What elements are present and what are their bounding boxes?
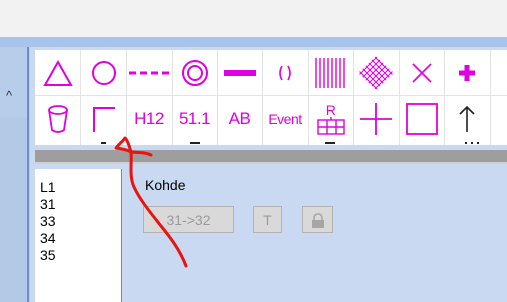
corner-icon <box>92 107 115 132</box>
list-item[interactable]: 34 <box>35 230 121 247</box>
panel-title: Kohde <box>145 177 186 193</box>
plus-bold-tool[interactable] <box>445 52 489 94</box>
bracket-pair-icon <box>279 65 291 81</box>
t-button[interactable]: T <box>253 206 282 233</box>
left-panel-divider[interactable] <box>27 47 29 302</box>
concentric-circle-icon <box>181 60 208 86</box>
horizontal-splitter[interactable] <box>35 150 507 162</box>
lock-icon <box>312 213 324 228</box>
dashed-line-tool[interactable] <box>127 52 171 94</box>
event-tool[interactable]: Event <box>263 97 307 141</box>
h12-tool[interactable]: H12 <box>127 97 171 141</box>
circle-icon <box>91 61 116 85</box>
object-list[interactable]: L1 31 33 34 35 <box>35 169 122 302</box>
cross-tool[interactable] <box>354 97 398 141</box>
left-panel-strip-lower <box>0 118 30 302</box>
crosshatch-icon <box>358 56 394 90</box>
n511-label: 51.1 <box>178 109 211 128</box>
triangle-tool[interactable] <box>37 52 79 94</box>
ab-label: AB <box>228 109 251 128</box>
kohde-panel: Kohde 31->32 T <box>127 168 507 302</box>
vertical-hatch-tool[interactable] <box>309 52 352 94</box>
plus-bold-icon <box>459 65 475 81</box>
symbol-toolbar: H12 51.1 AB Event R <box>35 50 507 145</box>
triangle-icon <box>43 59 73 86</box>
circle-tool[interactable] <box>82 52 125 94</box>
collapse-up-icon[interactable]: ^ <box>6 89 12 102</box>
x-tool[interactable] <box>400 52 443 94</box>
splitter-edge <box>35 162 507 164</box>
list-item[interactable]: 35 <box>35 247 121 264</box>
n511-tool[interactable]: 51.1 <box>173 97 216 141</box>
square-tool[interactable] <box>400 97 443 141</box>
cross-icon <box>360 103 392 135</box>
dashed-line-icon <box>129 71 169 75</box>
list-item[interactable]: L1 <box>35 179 121 196</box>
grid-table-icon <box>316 117 345 135</box>
event-label: Event <box>268 111 302 127</box>
ab-tool[interactable]: AB <box>218 97 261 141</box>
window-top-area <box>0 0 507 37</box>
list-item[interactable]: 31 <box>35 196 121 213</box>
vertical-hatch-icon <box>314 58 345 88</box>
corner-tool[interactable] <box>82 97 125 141</box>
lock-button[interactable] <box>302 206 333 233</box>
range-button[interactable]: 31->32 <box>143 206 234 233</box>
thick-line-tool[interactable] <box>218 52 261 94</box>
crosshatch-tool[interactable] <box>354 52 398 94</box>
cylinder-icon <box>48 105 68 133</box>
r-label: R <box>325 102 336 118</box>
range-button-label: 31->32 <box>166 211 211 228</box>
concentric-circle-tool[interactable] <box>173 52 216 94</box>
square-icon <box>405 103 438 135</box>
x-icon <box>411 63 432 83</box>
h12-label: H12 <box>134 109 164 128</box>
bracket-pair-tool[interactable] <box>263 52 307 94</box>
list-item[interactable]: 33 <box>35 213 121 230</box>
cylinder-tool[interactable] <box>37 97 79 141</box>
up-arrow-tool[interactable] <box>445 97 489 141</box>
window-header-band <box>0 37 507 47</box>
up-arrow-icon <box>459 105 475 132</box>
thick-line-icon <box>223 70 256 76</box>
r-grid-tool[interactable]: R <box>309 97 352 141</box>
t-button-label: T <box>263 211 272 228</box>
